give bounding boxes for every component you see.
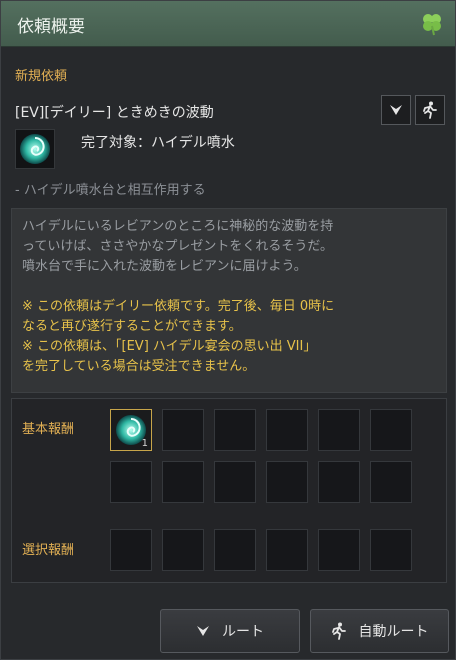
clover-icon[interactable] (419, 11, 445, 37)
select-reward-slot[interactable] (162, 529, 204, 571)
auto-walk-button[interactable] (415, 95, 445, 125)
description-line: ハイデルにいるレビアンのところに神秘的な波動を持 (22, 219, 334, 234)
basic-reward-label: 基本報酬 (22, 422, 75, 437)
basic-reward-slot[interactable] (370, 461, 412, 503)
route-marker-icon (390, 105, 402, 115)
section-label-new-quest: 新規依頼 (15, 69, 68, 84)
quest-target: 完了対象：ハイデル噴水 (81, 135, 235, 151)
route-button[interactable]: ルート (160, 609, 300, 653)
quest-summary-window: 依頼概要 新規依頼 [EV][デイリー] ときめきの波動 完了対象：ハイデル噴水… (0, 0, 456, 660)
basic-reward-slot[interactable] (214, 409, 256, 451)
notice-line: を完了している場合は受注できません。 (22, 359, 256, 374)
basic-reward-slot[interactable] (266, 409, 308, 451)
quest-hint: - ハイデル噴水台と相互作用する (15, 183, 206, 198)
basic-reward-slot[interactable] (370, 409, 412, 451)
notice-line: ※ この依頼は、「[EV] ハイデル宴会の思い出 VII」 (22, 339, 317, 354)
auto-route-button-label: 自動ルート (358, 624, 429, 640)
select-reward-slot[interactable] (266, 529, 308, 571)
window-title: 依頼概要 (17, 17, 85, 37)
route-button-label: ルート (222, 624, 264, 640)
titlebar[interactable]: 依頼概要 (1, 1, 455, 47)
select-reward-slot[interactable] (214, 529, 256, 571)
notice-line: ※ この依頼はデイリー依頼です。完了後、毎日 0時に (22, 299, 335, 314)
walking-person-icon (331, 622, 347, 640)
notice-line: なると再び遂行することができます。 (22, 319, 242, 334)
rewards-panel: 基本報酬 選択報酬 1 (11, 398, 447, 583)
quest-description: ハイデルにいるレビアンのところに神秘的な波動を持 っていけば、ささやかなプレゼン… (11, 208, 447, 393)
select-reward-slot[interactable] (110, 529, 152, 571)
select-reward-slot[interactable] (318, 529, 360, 571)
item-count: 1 (141, 438, 148, 449)
basic-reward-slot[interactable]: 1 (110, 409, 152, 451)
auto-route-button[interactable]: 自動ルート (310, 609, 449, 653)
basic-reward-slot[interactable] (318, 461, 360, 503)
walking-person-icon (423, 101, 437, 119)
basic-reward-slot[interactable] (162, 461, 204, 503)
description-line: っていけば、ささやかなプレゼントをくれるそうだ。 (22, 239, 333, 254)
quest-type-icon (15, 129, 55, 169)
basic-reward-slot[interactable] (110, 461, 152, 503)
basic-reward-slot[interactable] (162, 409, 204, 451)
description-line: 噴水台で手に入れた波動をレビアンに届けよう。 (22, 259, 307, 274)
route-marker-button[interactable] (381, 95, 411, 125)
basic-reward-slot[interactable] (214, 461, 256, 503)
quest-name: [EV][デイリー] ときめきの波動 (15, 105, 214, 121)
route-marker-icon (196, 624, 210, 638)
select-reward-label: 選択報酬 (22, 543, 75, 558)
select-reward-slot[interactable] (370, 529, 412, 571)
basic-reward-slot[interactable] (318, 409, 360, 451)
basic-reward-slot[interactable] (266, 461, 308, 503)
swirl-wave-icon (20, 134, 50, 164)
